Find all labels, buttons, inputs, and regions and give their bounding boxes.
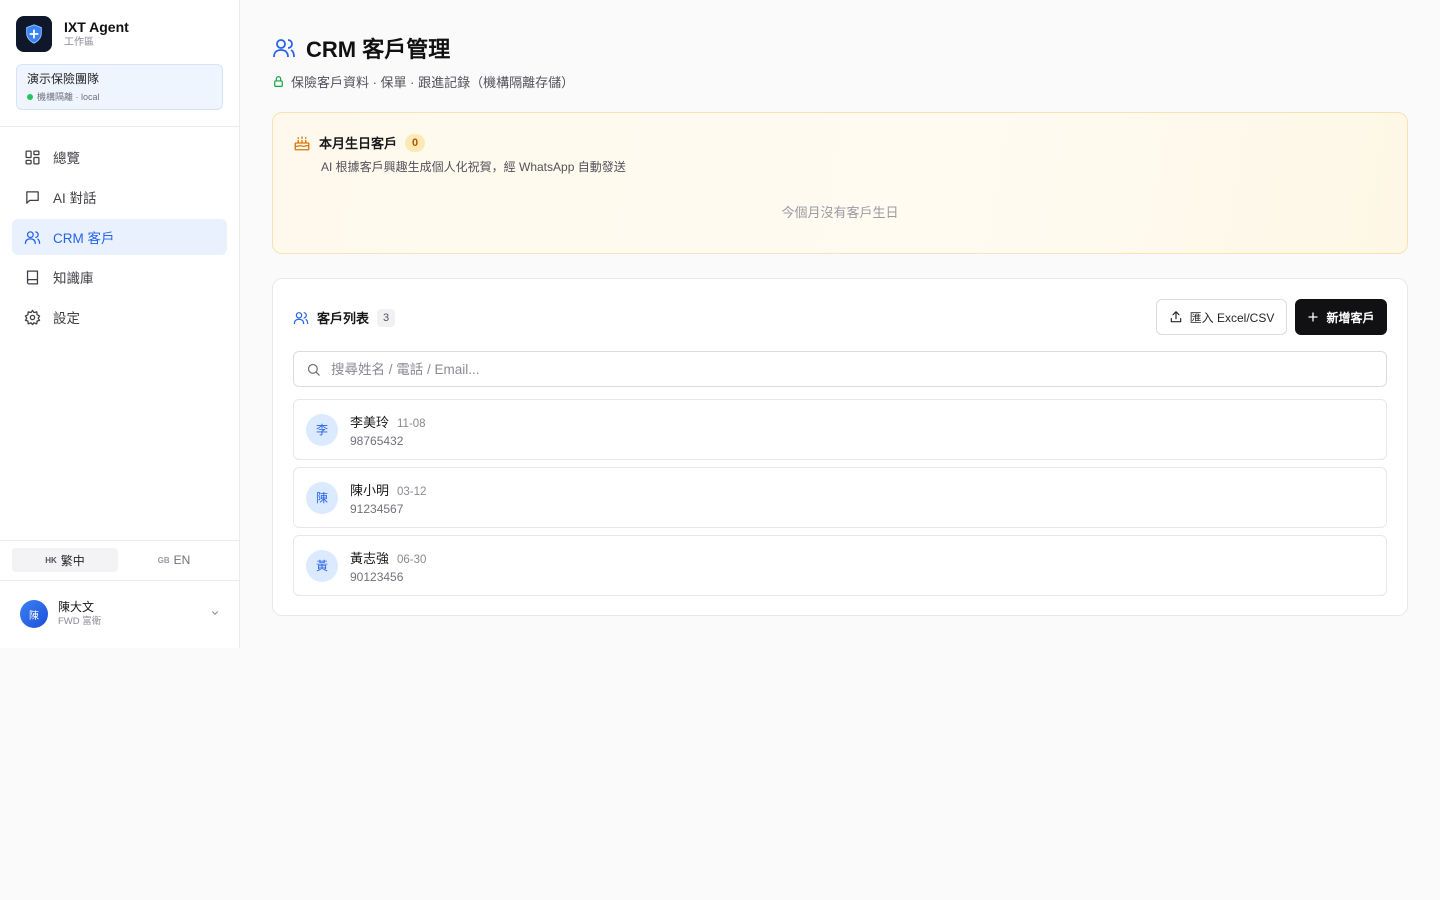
- birthday-empty-state: 今個月沒有客戶生日: [781, 205, 899, 220]
- customer-name: 黃志強: [350, 550, 390, 566]
- flag-gb-icon: GB: [157, 555, 170, 565]
- sidebar-item-crm[interactable]: CRM 客戶: [12, 219, 227, 255]
- customer-rows: 李 李美玲 11-08 98765432 陳 陳小明 03-12 9123456…: [293, 399, 1387, 603]
- sidebar-item-label: 知識庫: [53, 271, 94, 286]
- add-customer-label: 新增客戶: [1326, 310, 1375, 325]
- search-icon: [307, 363, 320, 376]
- table-row[interactable]: 黃 黃志強 06-30 90123456: [293, 535, 1387, 596]
- lang-label: EN: [173, 553, 191, 567]
- team-name: 演示保險團隊: [27, 72, 100, 86]
- page-subtitle-text: 保險客戶資料 · 保單 · 跟進記錄（機構隔離存儲）: [291, 75, 575, 90]
- sidebar-nav: 總覽 AI 對話 CRM 客戶 知識庫 設定: [12, 139, 227, 339]
- sidebar-item-label: 總覽: [53, 151, 80, 166]
- shield-logo-icon: [16, 16, 52, 52]
- customer-name: 陳小明: [350, 482, 390, 498]
- avatar: 李: [306, 413, 338, 446]
- add-customer-button[interactable]: 新增客戶: [1295, 299, 1387, 335]
- customer-birthday: 03-12: [397, 485, 427, 498]
- search-box: [293, 351, 1387, 387]
- birthday-count-badge: 0: [405, 133, 426, 152]
- page-subtitle: 保險客戶資料 · 保單 · 跟進記錄（機構隔離存儲）: [272, 72, 574, 91]
- import-button-label: 匯入 Excel/CSV: [1189, 310, 1275, 325]
- dashboard-icon: [25, 149, 40, 165]
- lang-label: 繁中: [60, 553, 85, 568]
- gear-icon: [24, 309, 41, 325]
- cake-icon: [294, 135, 310, 150]
- sidebar-item-settings[interactable]: 設定: [12, 299, 227, 335]
- lock-icon: [274, 76, 283, 87]
- import-button[interactable]: 匯入 Excel/CSV: [1156, 299, 1287, 335]
- lang-en-button[interactable]: GB EN: [121, 548, 227, 572]
- team-selector[interactable]: 演示保險團隊 機構隔離 · local: [16, 64, 223, 110]
- page-header: CRM 客戶管理 保險客戶資料 · 保單 · 跟進記錄（機構隔離存儲）: [272, 32, 574, 91]
- customer-birthday: 11-08: [397, 417, 426, 430]
- page-title: CRM 客戶管理: [306, 37, 451, 62]
- avatar: 陳: [306, 481, 338, 514]
- avatar: 陳: [20, 600, 48, 628]
- table-row[interactable]: 李 李美玲 11-08 98765432: [293, 399, 1387, 460]
- chevron-down-icon: [211, 611, 219, 615]
- status-dot-icon: [27, 93, 33, 100]
- birthday-card: 本月生日客戶 0 AI 根據客戶興趣生成個人化祝賀，經 WhatsApp 自動發…: [272, 112, 1408, 254]
- team-status: 機構隔離 · local: [27, 90, 212, 103]
- chat-icon: [26, 190, 39, 204]
- birthday-title: 本月生日客戶: [319, 136, 398, 151]
- language-switcher: HK 繁中 GB EN: [12, 548, 227, 572]
- divider: [0, 126, 239, 127]
- upload-icon: [1170, 311, 1181, 323]
- user-name: 陳大文: [58, 600, 95, 614]
- book-icon: [26, 269, 39, 285]
- table-row[interactable]: 陳 陳小明 03-12 91234567: [293, 467, 1387, 528]
- customer-birthday: 06-30: [397, 553, 427, 566]
- user-org: FWD 富衛: [58, 616, 102, 627]
- user-menu[interactable]: 陳 陳大文 FWD 富衛: [20, 600, 220, 628]
- brand[interactable]: IXT Agent 工作區: [16, 16, 129, 52]
- brand-name: IXT Agent: [64, 19, 129, 35]
- customer-count-badge: 3: [377, 308, 396, 327]
- sidebar-item-knowledge[interactable]: 知識庫: [12, 259, 227, 295]
- birthday-description: AI 根據客戶興趣生成個人化祝賀，經 WhatsApp 自動發送: [321, 160, 626, 174]
- customer-list-card: 客戶列表 3 匯入 Excel/CSV 新增客戶 李 李美玲 11-08 987…: [272, 278, 1408, 616]
- sidebar-item-label: AI 對話: [53, 191, 97, 206]
- users-icon: [293, 311, 309, 324]
- customer-list-title: 客戶列表: [317, 311, 370, 326]
- brand-subtitle: 工作區: [64, 37, 94, 48]
- sidebar: IXT Agent 工作區 演示保險團隊 機構隔離 · local 總覽 AI …: [0, 0, 240, 648]
- sidebar-item-label: CRM 客戶: [53, 231, 115, 246]
- lang-zh-hk-button[interactable]: HK 繁中: [12, 548, 118, 572]
- customer-phone: 90123456: [350, 569, 404, 584]
- search-input[interactable]: [331, 361, 1331, 377]
- avatar: 黃: [306, 549, 338, 582]
- customer-phone: 98765432: [350, 433, 404, 448]
- users-icon: [24, 230, 41, 244]
- users-icon: [273, 39, 295, 58]
- sidebar-item-ai-chat[interactable]: AI 對話: [12, 179, 227, 215]
- sidebar-item-overview[interactable]: 總覽: [12, 139, 227, 175]
- sidebar-item-label: 設定: [53, 311, 80, 326]
- divider: [0, 580, 239, 581]
- customer-name: 李美玲: [350, 414, 390, 430]
- divider: [0, 540, 239, 541]
- flag-hk-icon: HK: [45, 555, 57, 565]
- customer-phone: 91234567: [350, 501, 404, 516]
- team-status-text: 機構隔離 · local: [37, 92, 100, 102]
- plus-icon: [1308, 312, 1319, 322]
